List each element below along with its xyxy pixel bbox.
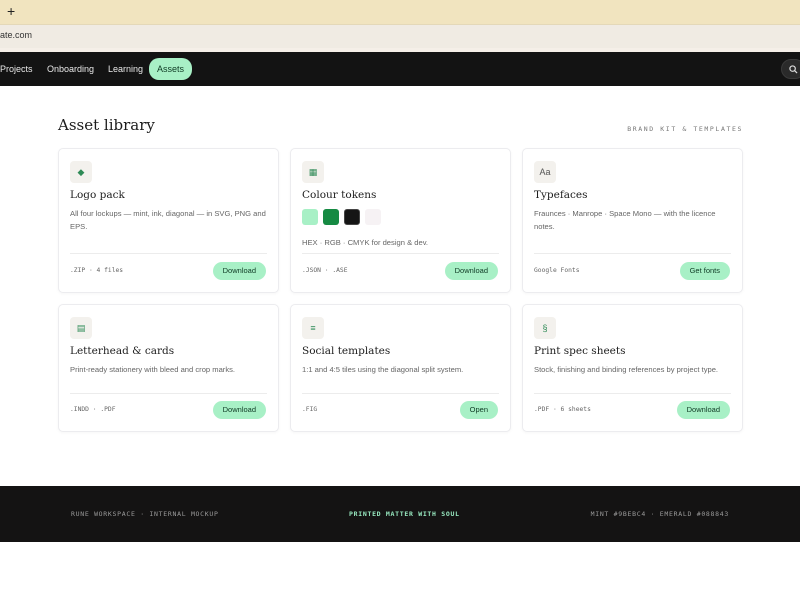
nav-item-assets[interactable]: Assets bbox=[149, 58, 193, 80]
card-title: Letterhead & cards bbox=[70, 345, 175, 357]
card-meta: .FIG bbox=[302, 406, 318, 413]
search-button[interactable] bbox=[781, 59, 800, 79]
browser-tabstrip: + bbox=[0, 0, 800, 24]
card-meta: .PDF · 6 sheets bbox=[534, 406, 591, 413]
download-button[interactable]: Download bbox=[444, 262, 498, 280]
nav-item-onboarding[interactable]: Onboarding bbox=[47, 60, 94, 78]
swatch-emerald bbox=[323, 209, 339, 225]
open-button[interactable]: Open bbox=[459, 401, 498, 419]
card-description: Fraunces · Manrope · Space Mono — with t… bbox=[534, 209, 716, 231]
card-title: Print spec sheets bbox=[534, 345, 626, 357]
nav-item-projects[interactable]: Projects bbox=[0, 60, 33, 78]
palette-icon: ▦ bbox=[302, 161, 324, 183]
swatch-paper bbox=[365, 209, 381, 225]
card-title: Social templates bbox=[302, 345, 391, 357]
download-button[interactable]: Download bbox=[212, 262, 266, 280]
card-letterhead: ▤ Letterhead & cards Print-ready station… bbox=[58, 304, 279, 432]
card-title: Typefaces bbox=[534, 189, 588, 201]
section-kicker: BRAND KIT & TEMPLATES bbox=[627, 125, 743, 133]
card-divider bbox=[70, 253, 267, 254]
diamond-icon: ◆ bbox=[70, 161, 92, 183]
url-text[interactable]: ate.com bbox=[0, 30, 32, 40]
card-divider bbox=[302, 253, 499, 254]
search-icon bbox=[789, 65, 798, 74]
card-colour-tokens: ▦ Colour tokens HEX · RGB · CMYK for des… bbox=[290, 148, 511, 293]
swatch-mint bbox=[302, 209, 318, 225]
card-description: HEX · RGB · CMYK for design & dev. bbox=[302, 238, 429, 247]
card-divider bbox=[534, 393, 731, 394]
card-divider bbox=[534, 253, 731, 254]
app-nav: Projects Onboarding Learning Assets bbox=[0, 52, 800, 86]
footer-tagline: PRINTED MATTER WITH SOUL bbox=[349, 510, 460, 518]
card-meta: .INDD · .PDF bbox=[70, 406, 116, 413]
card-title: Logo pack bbox=[70, 189, 125, 201]
card-description: Print-ready stationery with bleed and cr… bbox=[70, 365, 236, 374]
page-footer: RUNE WORKSPACE · INTERNAL MOCKUP PRINTED… bbox=[0, 486, 800, 542]
new-tab-button[interactable]: + bbox=[7, 3, 15, 19]
get-fonts-button[interactable]: Get fonts bbox=[679, 262, 730, 280]
document-icon: ▤ bbox=[70, 317, 92, 339]
section-icon: § bbox=[534, 317, 556, 339]
grid-icon: ≡ bbox=[302, 317, 324, 339]
card-divider bbox=[302, 393, 499, 394]
card-meta: .JSON · .ASE bbox=[302, 267, 348, 274]
card-description: Stock, finishing and binding references … bbox=[534, 365, 719, 374]
card-description: 1:1 and 4:5 tiles using the diagonal spl… bbox=[302, 365, 464, 374]
card-title: Colour tokens bbox=[302, 189, 377, 201]
nav-item-learning[interactable]: Learning bbox=[108, 60, 143, 78]
download-button[interactable]: Download bbox=[212, 401, 266, 419]
page-title: Asset library bbox=[58, 116, 155, 134]
footer-colour-codes: MINT #9BEBC4 · EMERALD #088843 bbox=[590, 510, 729, 518]
footer-left-text: RUNE WORKSPACE · INTERNAL MOCKUP bbox=[71, 510, 219, 518]
card-description: All four lockups — mint, ink, diagonal —… bbox=[70, 209, 266, 231]
card-social-templates: ≡ Social templates 1:1 and 4:5 tiles usi… bbox=[290, 304, 511, 432]
address-bar[interactable]: ate.com bbox=[0, 24, 800, 48]
card-typefaces: Aa Typefaces Fraunces · Manrope · Space … bbox=[522, 148, 743, 293]
card-divider bbox=[70, 393, 267, 394]
card-logo-pack: ◆ Logo pack All four lockups — mint, ink… bbox=[58, 148, 279, 293]
swatch-ink bbox=[344, 209, 360, 225]
download-button[interactable]: Download bbox=[676, 401, 730, 419]
card-print-spec: § Print spec sheets Stock, finishing and… bbox=[522, 304, 743, 432]
card-meta: .ZIP · 4 files bbox=[70, 267, 124, 274]
card-meta: Google Fonts bbox=[534, 267, 580, 274]
typography-icon: Aa bbox=[534, 161, 556, 183]
